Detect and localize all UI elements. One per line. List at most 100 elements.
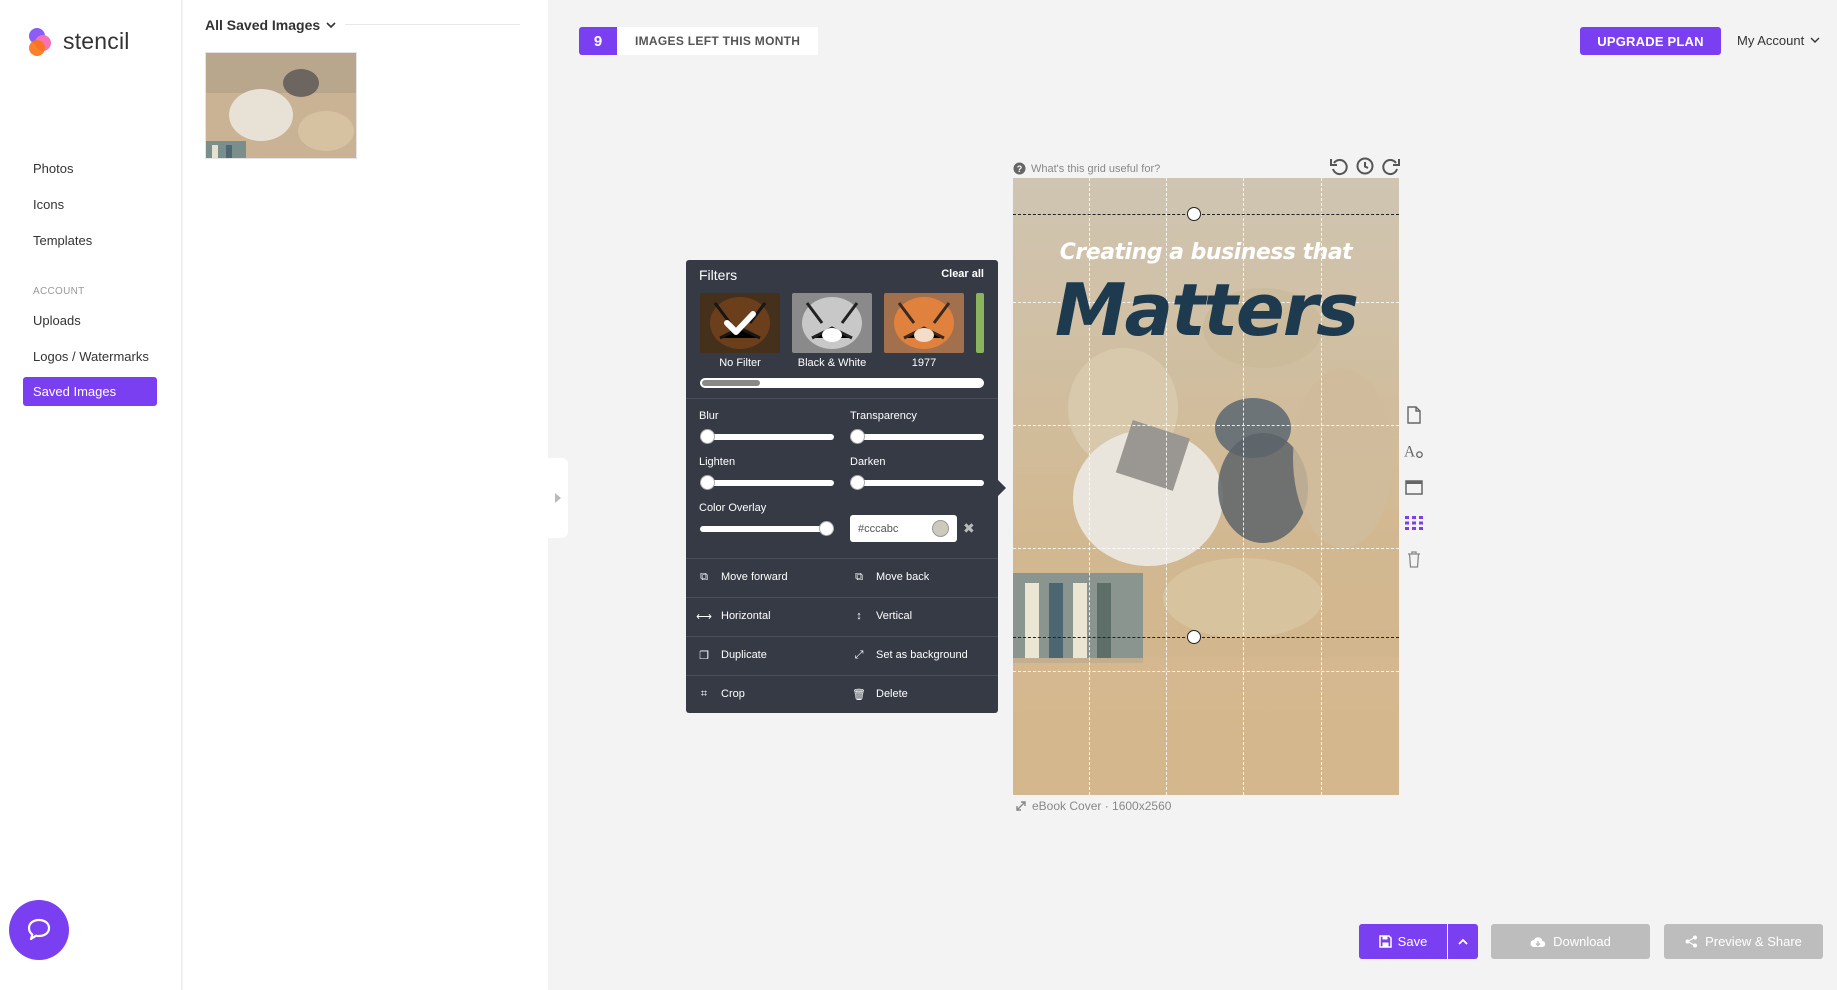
- move-forward-button[interactable]: ⧉ Move forward: [697, 570, 788, 584]
- nav-item-uploads[interactable]: Uploads: [33, 313, 81, 328]
- share-label: Preview & Share: [1705, 934, 1802, 949]
- svg-text:?: ?: [1017, 164, 1023, 174]
- flip-horizontal-button[interactable]: ⟷ Horizontal: [696, 609, 770, 623]
- filter-swatch-black-white[interactable]: [792, 293, 872, 353]
- history-controls: [1329, 156, 1401, 176]
- darken-label: Darken: [850, 456, 886, 468]
- grid-help-link[interactable]: ? What's this grid useful for?: [1013, 162, 1160, 175]
- saved-images-filter-dropdown[interactable]: All Saved Images: [205, 17, 336, 33]
- save-options-button[interactable]: [1448, 924, 1478, 959]
- move-back-button[interactable]: ⧉ Move back: [852, 570, 929, 584]
- stencil-logo-icon: [27, 26, 55, 56]
- slider-thumb: [850, 429, 865, 444]
- upgrade-plan-button[interactable]: UPGRADE PLAN: [1580, 27, 1721, 55]
- slider-thumb: [850, 475, 865, 490]
- filter-label-no-filter: No Filter: [719, 357, 761, 369]
- preview-share-button[interactable]: Preview & Share: [1664, 924, 1823, 959]
- filter-swatch-no-filter[interactable]: [700, 293, 780, 353]
- filter-label-1977: 1977: [911, 357, 937, 369]
- expand-icon: ⤢: [854, 648, 864, 661]
- canvas-size-info[interactable]: eBook Cover · 1600x2560: [1015, 799, 1171, 813]
- canvas-headline-large[interactable]: Matters: [1013, 268, 1399, 352]
- filter-swatch-1977[interactable]: [884, 293, 964, 353]
- canvas-size-label: eBook Cover · 1600x2560: [1032, 799, 1172, 813]
- filters-title: Filters: [699, 267, 738, 283]
- horizontal-arrows-icon: ⟷: [696, 610, 712, 623]
- chevron-down-icon: [326, 21, 336, 28]
- share-icon: [1685, 935, 1698, 948]
- cloud-download-icon: [1530, 936, 1546, 947]
- floppy-disk-icon: [1378, 935, 1392, 948]
- darken-slider[interactable]: [850, 475, 984, 490]
- resize-icon: [1016, 801, 1026, 811]
- clear-all-filters-button[interactable]: Clear all: [941, 268, 984, 280]
- save-button[interactable]: Save: [1359, 924, 1447, 959]
- text-selection-bottom: [1013, 637, 1399, 638]
- blur-slider[interactable]: [700, 429, 834, 444]
- canvas-side-tools: A: [1404, 404, 1424, 570]
- duplicate-icon: ❐: [699, 649, 709, 662]
- saved-images-panel: All Saved Images: [183, 0, 548, 990]
- grid-icon[interactable]: [1404, 512, 1424, 534]
- grid-help-text: What's this grid useful for?: [1031, 162, 1161, 175]
- lighten-label: Lighten: [699, 456, 736, 468]
- account-label: My Account: [1737, 33, 1805, 48]
- resize-handle-top[interactable]: [1187, 207, 1201, 221]
- vertical-arrows-icon: ↕: [856, 610, 862, 622]
- frame-icon[interactable]: [1404, 476, 1424, 498]
- collapse-panel-tab[interactable]: [548, 458, 568, 538]
- blur-label: Blur: [699, 410, 719, 422]
- svg-text:A: A: [1404, 443, 1416, 460]
- resize-handle-bottom[interactable]: [1187, 630, 1201, 644]
- nav-item-icons[interactable]: Icons: [33, 197, 64, 212]
- nav-item-photos[interactable]: Photos: [33, 161, 73, 176]
- slider-thumb: [700, 475, 715, 490]
- filter-swatch-next[interactable]: [976, 293, 984, 353]
- color-overlay-label: Color Overlay: [699, 502, 767, 514]
- transparency-label: Transparency: [850, 410, 917, 422]
- flip-vertical-button[interactable]: ↕ Vertical: [852, 609, 912, 623]
- redo-icon[interactable]: [1381, 156, 1401, 176]
- chat-support-button[interactable]: [9, 900, 69, 960]
- chevron-right-icon: [555, 493, 561, 503]
- saved-images-title: All Saved Images: [205, 17, 321, 33]
- nav-item-templates[interactable]: Templates: [33, 233, 92, 248]
- lighten-slider[interactable]: [700, 475, 834, 490]
- download-label: Download: [1553, 934, 1611, 949]
- save-button-group: Save: [1359, 924, 1478, 959]
- move-forward-icon: ⧉: [700, 570, 708, 583]
- app-name: stencil: [63, 27, 130, 54]
- nav-item-logos-watermarks[interactable]: Logos / Watermarks: [33, 349, 149, 364]
- chevron-down-icon: [1810, 37, 1820, 43]
- canvas-headline-small[interactable]: Creating a business that: [1013, 240, 1399, 265]
- duplicate-button[interactable]: ❐ Duplicate: [697, 648, 767, 662]
- quota-count: 9: [579, 27, 617, 55]
- download-button[interactable]: Download: [1491, 924, 1650, 959]
- slider-thumb: [819, 521, 834, 536]
- undo-icon[interactable]: [1329, 156, 1349, 176]
- transparency-slider[interactable]: [850, 429, 984, 444]
- color-swatch[interactable]: [932, 520, 949, 537]
- design-canvas[interactable]: Creating a business that Matters: [1013, 178, 1399, 795]
- question-icon: ?: [1013, 162, 1026, 175]
- save-label: Save: [1397, 934, 1428, 949]
- chevron-up-icon: [1458, 938, 1468, 945]
- clear-overlay-icon[interactable]: ✖: [963, 520, 975, 537]
- text-style-icon[interactable]: A: [1404, 440, 1424, 462]
- delete-button[interactable]: 🗑 Delete: [852, 687, 908, 701]
- set-as-background-button[interactable]: ⤢ Set as background: [852, 648, 968, 662]
- filters-scrollbar[interactable]: [700, 378, 984, 388]
- crop-button[interactable]: ⌗ Crop: [697, 687, 745, 701]
- color-overlay-slider[interactable]: [700, 521, 834, 536]
- my-account-dropdown[interactable]: My Account: [1737, 33, 1820, 48]
- history-clock-icon[interactable]: [1355, 156, 1375, 176]
- page-icon[interactable]: [1404, 404, 1424, 426]
- text-selection-top: [1013, 214, 1399, 215]
- app-logo[interactable]: stencil: [27, 26, 130, 56]
- nav-item-saved-images[interactable]: Saved Images: [23, 377, 157, 406]
- saved-image-thumbnail[interactable]: [205, 52, 357, 159]
- trash-icon[interactable]: [1404, 548, 1424, 570]
- nav-section-account: ACCOUNT: [33, 286, 85, 297]
- overlay-color-input[interactable]: #cccabc: [850, 515, 957, 542]
- scrollbar-thumb: [702, 380, 760, 386]
